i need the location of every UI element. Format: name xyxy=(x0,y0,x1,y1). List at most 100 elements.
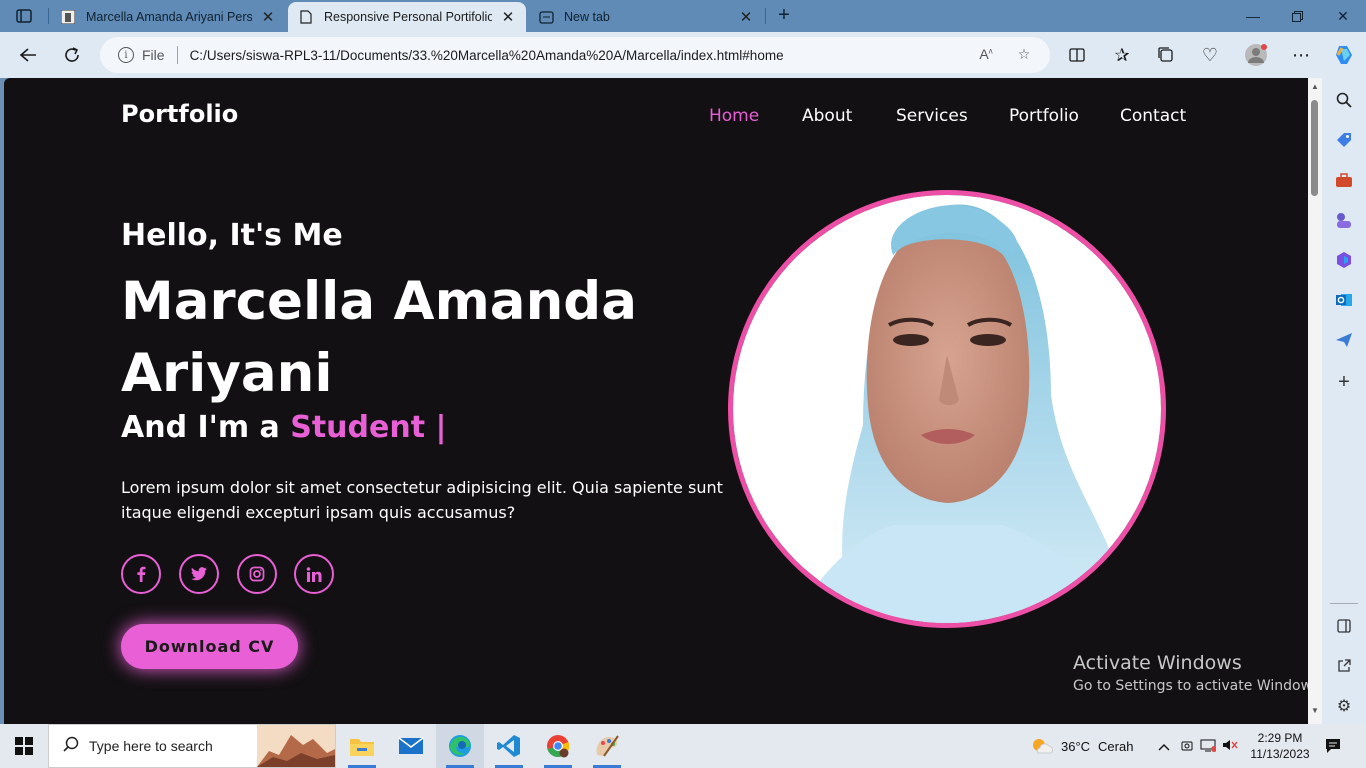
windows-taskbar: Type here to search 36°C Cerah 2:29 PM 1… xyxy=(0,724,1366,768)
document-icon xyxy=(298,9,314,25)
refresh-button[interactable] xyxy=(56,39,88,71)
system-clock[interactable]: 2:29 PM 11/13/2023 xyxy=(1248,730,1312,762)
sidebar-separator xyxy=(1330,603,1358,604)
url-text[interactable]: C:/Users/siswa-RPL3-11/Documents/33.%20M… xyxy=(190,48,784,63)
nav-services[interactable]: Services xyxy=(896,106,968,126)
favorite-star-icon[interactable]: ☆ xyxy=(1014,46,1034,66)
tab-separator xyxy=(765,8,766,24)
tab-responsive-portfolio[interactable]: Responsive Personal Portifolio Web ✕ xyxy=(288,2,526,32)
new-tab-button[interactable]: + xyxy=(772,4,796,28)
back-button[interactable] xyxy=(12,39,44,71)
hero-role: And I'm a Student | xyxy=(121,410,446,445)
role-highlight: Student | xyxy=(290,410,447,445)
mail-icon[interactable] xyxy=(387,724,435,768)
linkedin-icon[interactable] xyxy=(294,554,334,594)
search-icon xyxy=(63,736,79,757)
weather-widget[interactable]: 36°C Cerah xyxy=(1030,724,1133,768)
copilot-icon[interactable] xyxy=(1328,39,1360,71)
browser-essentials-icon[interactable]: ♡ xyxy=(1194,39,1226,71)
info-icon: i xyxy=(118,47,134,63)
send-icon[interactable] xyxy=(1334,330,1354,350)
download-cv-button[interactable]: Download CV xyxy=(121,624,298,669)
activate-subtitle: Go to Settings to activate Windows. xyxy=(1073,678,1308,694)
scheme-label: File xyxy=(142,47,165,63)
tab-title: Responsive Personal Portifolio Web xyxy=(324,10,492,24)
site-logo[interactable]: Portfolio xyxy=(121,100,238,128)
weather-temperature: 36°C xyxy=(1061,738,1091,754)
page-scrollbar[interactable]: ▲ ▼ xyxy=(1308,78,1322,724)
address-bar[interactable]: i File C:/Users/siswa-RPL3-11/Documents/… xyxy=(100,37,1050,73)
tab-marcella-personal[interactable]: Marcella Amanda Ariyani Personal ✕ xyxy=(50,2,286,32)
role-prefix: And I'm a xyxy=(121,410,291,445)
taskbar-search[interactable]: Type here to search xyxy=(48,724,336,768)
nav-portfolio[interactable]: Portfolio xyxy=(1009,106,1079,126)
search-icon[interactable] xyxy=(1334,90,1354,110)
instagram-icon[interactable] xyxy=(237,554,277,594)
hero-description: Lorem ipsum dolor sit amet consectetur a… xyxy=(121,478,723,522)
restore-button[interactable] xyxy=(1274,0,1320,32)
twitter-icon[interactable] xyxy=(179,554,219,594)
hero-greeting: Hello, It's Me xyxy=(121,218,343,253)
chevron-up-icon[interactable] xyxy=(1156,739,1172,754)
browser-tab-strip: Marcella Amanda Ariyani Personal ✕ Respo… xyxy=(0,0,1366,32)
address-separator xyxy=(176,46,178,64)
edge-sidebar: + ⚙ xyxy=(1322,78,1366,724)
hide-sidebar-icon[interactable] xyxy=(1334,616,1354,636)
hero-name: Marcella Amanda Ariyani xyxy=(121,271,637,404)
profile-avatar[interactable] xyxy=(1240,39,1272,71)
activate-title: Activate Windows xyxy=(1073,652,1242,674)
close-window-button[interactable]: ✕ xyxy=(1320,0,1366,32)
portrait-illustration xyxy=(733,195,1161,623)
portfolio-page: Portfolio Home About Services Portfolio … xyxy=(4,78,1308,724)
shopping-tag-icon[interactable] xyxy=(1334,130,1354,150)
network-icon[interactable] xyxy=(1200,738,1217,755)
site-info-button[interactable]: i File xyxy=(118,47,165,63)
tab-title: New tab xyxy=(564,10,610,24)
read-aloud-icon[interactable]: Aʌ xyxy=(976,46,996,66)
tab-actions-icon[interactable] xyxy=(8,4,40,28)
more-options-icon[interactable]: ⋯ xyxy=(1285,39,1317,71)
nav-about[interactable]: About xyxy=(802,106,852,126)
clock-time: 2:29 PM xyxy=(1257,731,1303,745)
notification-center-icon[interactable] xyxy=(1320,724,1346,768)
scroll-up-icon[interactable]: ▲ xyxy=(1308,82,1322,91)
vscode-icon[interactable] xyxy=(485,724,533,768)
microsoft365-icon[interactable] xyxy=(1334,250,1354,270)
outlook-icon[interactable] xyxy=(1334,290,1354,310)
clock-date: 11/13/2023 xyxy=(1250,747,1310,761)
weather-condition: Cerah xyxy=(1098,738,1134,754)
system-tray xyxy=(1156,724,1238,768)
start-button[interactable] xyxy=(0,724,48,768)
settings-gear-icon[interactable]: ⚙ xyxy=(1334,696,1354,716)
tools-icon[interactable] xyxy=(1334,170,1354,190)
scroll-thumb[interactable] xyxy=(1311,100,1318,196)
volume-muted-icon[interactable] xyxy=(1222,738,1238,755)
search-highlight-illustration xyxy=(257,725,335,767)
file-explorer-icon[interactable] xyxy=(338,724,386,768)
weather-sun-cloud-icon xyxy=(1033,739,1053,754)
nav-contact[interactable]: Contact xyxy=(1120,106,1186,126)
minimize-button[interactable]: — xyxy=(1230,0,1276,32)
webcam-icon[interactable] xyxy=(1180,738,1194,755)
close-tab-icon[interactable]: ✕ xyxy=(260,8,276,26)
tab-new-tab[interactable]: New tab ✕ xyxy=(528,2,764,32)
scroll-down-icon[interactable]: ▼ xyxy=(1308,706,1322,715)
windows-logo-icon xyxy=(15,737,33,755)
close-tab-icon[interactable]: ✕ xyxy=(500,8,516,26)
profile-portrait xyxy=(728,190,1166,628)
activate-windows-watermark: Activate Windows Go to Settings to activ… xyxy=(1073,652,1308,694)
tab-separator xyxy=(48,8,49,24)
close-tab-icon[interactable]: ✕ xyxy=(738,8,754,26)
paint-icon[interactable] xyxy=(583,724,631,768)
page-favicon-icon xyxy=(60,9,76,25)
edge-browser-icon[interactable] xyxy=(436,724,484,768)
favorites-icon[interactable]: ✰ xyxy=(1106,39,1138,71)
nav-home[interactable]: Home xyxy=(709,106,759,126)
chrome-icon[interactable] xyxy=(534,724,582,768)
add-sidebar-app-icon[interactable]: + xyxy=(1334,371,1354,393)
external-link-icon[interactable] xyxy=(1334,656,1354,676)
collections-icon[interactable] xyxy=(1150,39,1182,71)
games-icon[interactable] xyxy=(1334,210,1354,230)
facebook-icon[interactable] xyxy=(121,554,161,594)
split-screen-icon[interactable] xyxy=(1061,39,1093,71)
